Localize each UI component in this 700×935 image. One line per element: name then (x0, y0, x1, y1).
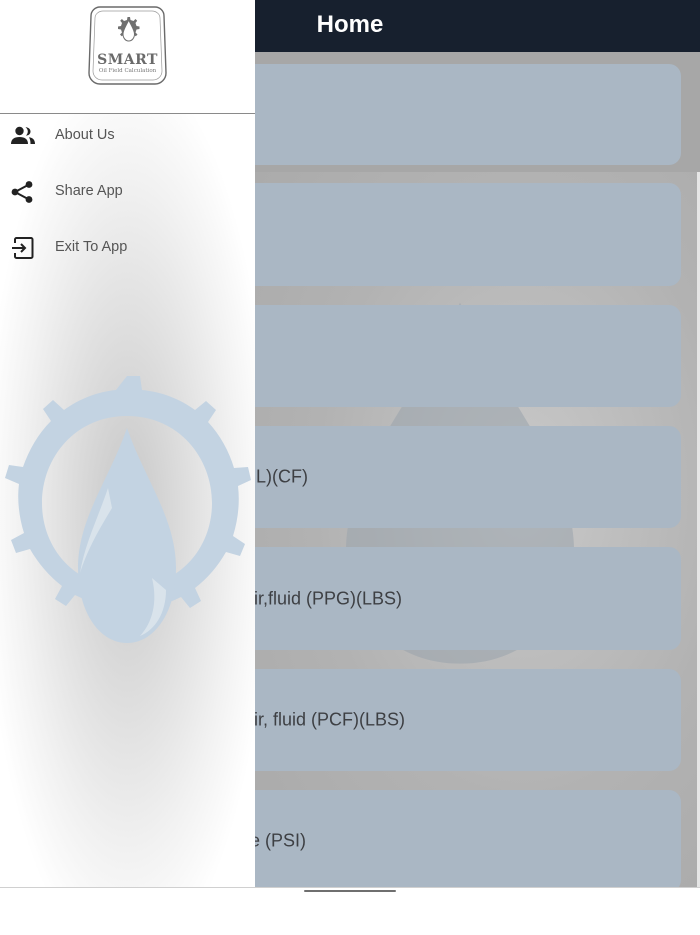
home-indicator[interactable] (304, 890, 396, 892)
drawer-header: SMART Oil Field Calculation (0, 0, 255, 114)
menu-item-label: Share App (55, 183, 123, 199)
calculator-card-4[interactable]: BL)(CF) (238, 426, 681, 528)
calculator-card-3[interactable] (238, 305, 681, 407)
app-logo: SMART Oil Field Calculation (86, 3, 169, 88)
gear-oil-drop-watermark-icon (5, 376, 251, 643)
share-icon (10, 180, 36, 204)
card-label: air, fluid (PCF)(LBS) (244, 709, 406, 730)
bottom-bar (0, 887, 700, 935)
menu-item-share-app[interactable]: Share App (0, 168, 255, 216)
calculator-card-6[interactable]: air, fluid (PCF)(LBS) (238, 669, 681, 771)
menu-item-exit-to-app[interactable]: Exit To App (0, 224, 255, 272)
menu-item-label: About Us (55, 127, 115, 143)
calculator-card-5[interactable]: air,fluid (PPG)(LBS) (238, 547, 681, 650)
navigation-drawer: SMART Oil Field Calculation About Us Sha… (0, 0, 255, 888)
logo-subtitle: Oil Field Calculation (98, 68, 157, 74)
calculator-card-1[interactable] (238, 64, 681, 165)
logo-title: SMART (97, 52, 158, 68)
menu-item-about-us[interactable]: About Us (0, 112, 255, 160)
menu-item-label: Exit To App (55, 239, 128, 255)
calculator-card-2[interactable] (238, 183, 681, 286)
card-label: air,fluid (PPG)(LBS) (244, 588, 403, 608)
people-icon (10, 124, 36, 148)
calculator-card-7[interactable]: re (PSI) (238, 790, 681, 888)
exit-to-app-icon (10, 236, 36, 260)
logo-badge-icon (88, 6, 167, 85)
